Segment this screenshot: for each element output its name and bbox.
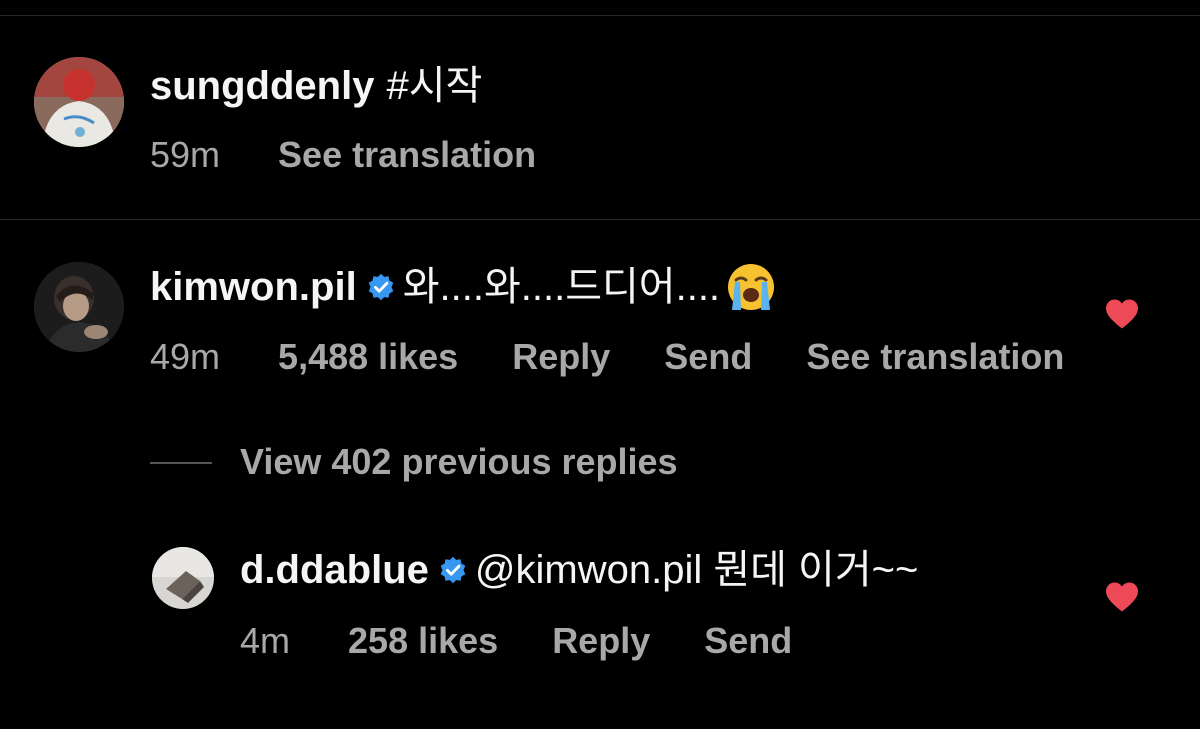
loudly-crying-face-icon: [728, 264, 775, 310]
comment-username[interactable]: kimwon.pil: [150, 263, 357, 311]
comment-send-button[interactable]: Send: [664, 336, 752, 377]
caption-divider: [0, 219, 1200, 220]
reply-reply-button[interactable]: Reply: [552, 620, 650, 661]
post-caption: #시작: [386, 64, 483, 108]
comment-line: kimwon.pil 와....와....드디어....: [150, 262, 776, 312]
view-replies-line: [150, 462, 212, 464]
comment-meta: 49m 5,488 likes Reply Send See translati…: [150, 335, 1108, 379]
reply-text: @kimwon.pil 뭔데 이거~~: [474, 548, 919, 592]
top-divider: [0, 15, 1200, 16]
post-meta: 59m See translation: [150, 133, 580, 177]
post-caption-line: sungddenly #시작: [150, 62, 482, 110]
avatar-image: [152, 547, 214, 609]
post-time: 59m: [150, 134, 221, 175]
reply-line: d.ddablue @kimwon.pil 뭔데 이거~~: [240, 546, 918, 594]
avatar-kimwon-pil[interactable]: [34, 262, 124, 352]
post-see-translation[interactable]: See translation: [278, 134, 536, 175]
comment-likes[interactable]: 5,488 likes: [278, 336, 458, 377]
verified-badge-icon: [440, 556, 466, 584]
comment-reply-button[interactable]: Reply: [512, 336, 610, 377]
reply-meta: 4m 258 likes Reply Send: [240, 619, 836, 663]
avatar-d-ddablue[interactable]: [152, 547, 214, 609]
heart-icon[interactable]: [1104, 298, 1140, 330]
view-previous-replies-button[interactable]: View 402 previous replies: [240, 440, 678, 484]
comment-text: 와....와....드디어....: [402, 265, 721, 309]
verified-badge-icon: [368, 273, 394, 301]
reply-send-button[interactable]: Send: [704, 620, 792, 661]
avatar-image: [34, 262, 124, 352]
reply-username[interactable]: d.ddablue: [240, 546, 429, 594]
comment-time: 49m: [150, 336, 221, 377]
heart-icon[interactable]: [1104, 581, 1140, 613]
post-username[interactable]: sungddenly: [150, 62, 374, 110]
reply-time: 4m: [240, 620, 291, 661]
avatar-sungddenly[interactable]: [34, 57, 124, 147]
reply-likes[interactable]: 258 likes: [348, 620, 498, 661]
avatar-image: [34, 57, 124, 147]
comment-see-translation[interactable]: See translation: [806, 336, 1064, 377]
